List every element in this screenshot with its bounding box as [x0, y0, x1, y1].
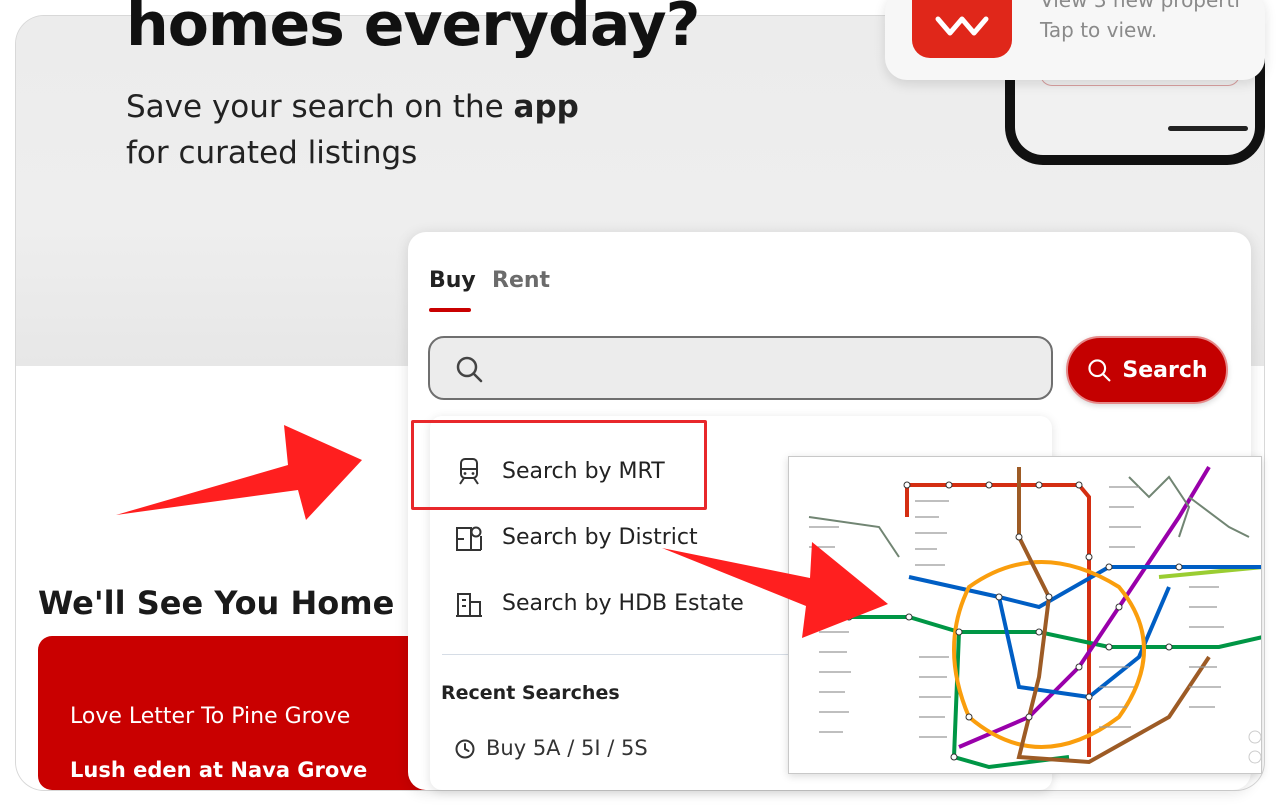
search-button-label: Search [1122, 357, 1208, 383]
search-input-box[interactable] [428, 336, 1053, 400]
search-input[interactable] [500, 352, 1020, 384]
district-icon [456, 526, 482, 551]
recent-search-item[interactable]: Buy 5A / 5I / 5S [486, 736, 648, 760]
arrow-left-icon [116, 425, 362, 520]
mrt-highlight-box [411, 420, 707, 510]
app-logo-icon [912, 0, 1012, 58]
tab-buy[interactable]: Buy [429, 268, 476, 293]
search-icon [456, 356, 483, 383]
arrow-right-icon [662, 542, 888, 638]
active-tab-indicator [429, 308, 471, 312]
notification-line2: Tap to view. [1040, 18, 1158, 42]
phone-home-bar [1168, 126, 1248, 131]
building-icon [456, 593, 482, 617]
section-title: We'll See You Home [38, 584, 395, 622]
search-button-icon [1088, 359, 1111, 382]
search-button[interactable]: Search [1066, 336, 1228, 404]
recent-searches-title: Recent Searches [441, 682, 620, 704]
notification-line1: View 3 new properti [1040, 0, 1240, 12]
clock-icon [455, 739, 475, 759]
hero-title: homes everyday? [126, 0, 700, 60]
card-title-1[interactable]: Love Letter To Pine Grove [70, 704, 350, 729]
hero-subtitle-line1: Save your search on the [126, 89, 504, 125]
hero-subtitle-line2: for curated listings [126, 135, 418, 171]
hero-subtitle-bold: app [513, 89, 579, 125]
tab-rent[interactable]: Rent [492, 268, 550, 293]
card-title-2[interactable]: Lush eden at Nava Grove [70, 758, 367, 782]
hero-subtitle: Save your search on the app for curated … [126, 84, 579, 176]
